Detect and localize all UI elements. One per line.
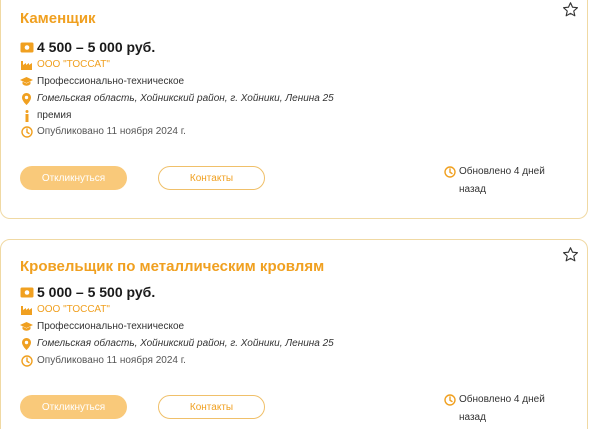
clock-icon — [444, 394, 456, 406]
factory-icon — [20, 58, 33, 71]
respond-button[interactable]: Откликнуться — [20, 395, 127, 419]
address-row: Гомельская область, Хойникский район, г.… — [20, 337, 334, 350]
vacancy-card: Каменщик 4 500 – 5 000 руб. ООО "ТОССАТ"… — [0, 0, 588, 219]
education-row: Профессионально-техническое — [20, 320, 184, 333]
contacts-button[interactable]: Контакты — [158, 166, 265, 190]
factory-icon — [20, 303, 33, 316]
education: Профессионально-техническое — [37, 321, 185, 332]
salary-row: 5 000 – 5 500 руб. — [20, 284, 155, 300]
company-link[interactable]: ООО "ТОССАТ" — [37, 304, 110, 315]
location-pin-icon — [20, 337, 33, 350]
money-icon — [20, 286, 34, 298]
vacancy-list: Каменщик 4 500 – 5 000 руб. ООО "ТОССАТ"… — [0, 0, 590, 429]
published-date: Опубликовано 11 ноября 2024 г. — [37, 355, 186, 366]
contacts-button[interactable]: Контакты — [158, 395, 265, 419]
salary-row: 4 500 – 5 000 руб. — [20, 39, 155, 55]
updated-info: Обновлено 4 дней назад — [444, 163, 554, 199]
vacancy-title[interactable]: Кровельщик по металлическим кровлям — [20, 258, 324, 275]
published-row: Опубликовано 11 ноября 2024 г. — [20, 125, 186, 138]
graduation-cap-icon — [20, 75, 33, 88]
published-date: Опубликовано 11 ноября 2024 г. — [37, 126, 186, 137]
salary: 4 500 – 5 000 руб. — [37, 39, 156, 55]
extra-benefit: премия — [37, 110, 72, 121]
money-icon — [20, 41, 34, 53]
address-row: Гомельская область, Хойникский район, г.… — [20, 92, 334, 105]
vacancy-title[interactable]: Каменщик — [20, 10, 96, 27]
graduation-cap-icon — [20, 320, 33, 333]
company-row: ООО "ТОССАТ" — [20, 58, 110, 71]
location-pin-icon — [20, 92, 33, 105]
published-row: Опубликовано 11 ноября 2024 г. — [20, 354, 186, 367]
vacancy-card: Кровельщик по металлическим кровлям 5 00… — [0, 239, 588, 429]
company-row: ООО "ТОССАТ" — [20, 303, 110, 316]
favorite-star-icon[interactable] — [560, 244, 580, 264]
favorite-star-icon[interactable] — [560, 0, 580, 19]
info-icon — [20, 109, 33, 122]
updated-info: Обновлено 4 дней назад — [444, 391, 554, 427]
clock-icon — [20, 125, 33, 138]
respond-button[interactable]: Откликнуться — [20, 166, 127, 190]
address: Гомельская область, Хойникский район, г.… — [37, 338, 334, 349]
updated-text: Обновлено 4 дней назад — [459, 394, 545, 423]
address: Гомельская область, Хойникский район, г.… — [37, 93, 334, 104]
clock-icon — [444, 166, 456, 178]
education: Профессионально-техническое — [37, 76, 185, 87]
clock-icon — [20, 354, 33, 367]
extra-row: премия — [20, 109, 71, 122]
education-row: Профессионально-техническое — [20, 75, 184, 88]
company-link[interactable]: ООО "ТОССАТ" — [37, 59, 110, 70]
salary: 5 000 – 5 500 руб. — [37, 284, 156, 300]
updated-text: Обновлено 4 дней назад — [459, 166, 545, 195]
